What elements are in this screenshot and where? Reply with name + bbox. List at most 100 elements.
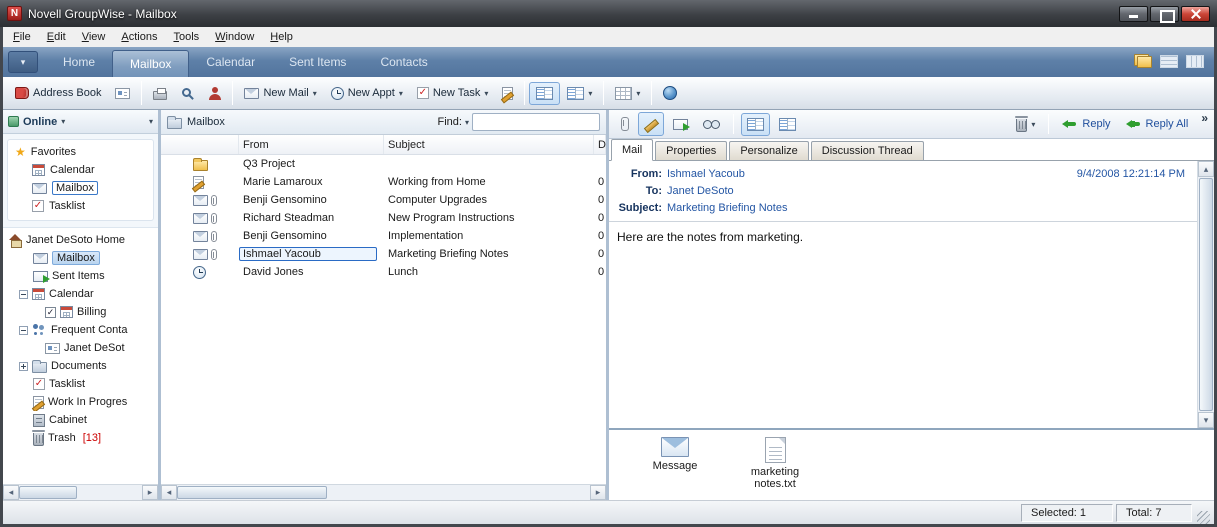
attachment-message[interactable]: Message [637,437,713,472]
close-button[interactable] [1181,5,1210,22]
tab-mailbox[interactable]: Mailbox [112,50,190,77]
maximize-button[interactable] [1150,5,1179,23]
scroll-left-button[interactable]: ◂ [3,485,19,500]
tab-personalize[interactable]: Personalize [729,141,809,160]
chevron-down-icon[interactable]: ▾ [61,117,65,126]
tab-discussion-thread[interactable]: Discussion Thread [810,141,924,160]
address-book-button[interactable]: Address Book [8,82,108,104]
new-mail-button[interactable]: New Mail ▾ [237,82,323,104]
list-row-david-jones[interactable]: David Jones Lunch 0 [161,263,606,281]
tree-item-work-in-progress[interactable]: Work In Progres [3,393,158,411]
list-row-benji-gensomino-2[interactable]: Benji Gensomino Implementation 0 [161,227,606,245]
help-button[interactable] [656,81,684,105]
scroll-up-button[interactable]: ▴ [1198,161,1214,177]
tree-item-frequent-contacts[interactable]: Frequent Conta [3,321,158,339]
address-card-button[interactable] [108,83,137,104]
scroll-left-button[interactable]: ◂ [161,485,177,500]
favorite-item-calendar[interactable]: Calendar [8,161,153,179]
menu-tools[interactable]: Tools [165,28,207,46]
tree-item-sent-items[interactable]: Sent Items [3,267,158,285]
expand-expander-icon[interactable] [19,361,28,371]
menu-window[interactable]: Window [207,28,262,46]
tree-item-mailbox[interactable]: Mailbox [3,249,158,267]
scroll-down-button[interactable]: ▾ [1198,412,1214,428]
message-body[interactable]: Here are the notes from marketing. [609,222,1197,428]
scroll-thumb[interactable] [177,486,327,499]
pane-toggle-alt-button[interactable] [773,113,802,136]
pane-layout-button[interactable]: ▾ [560,82,599,105]
tree-item-tasklist[interactable]: ✓ Tasklist [3,375,158,393]
chevron-down-icon[interactable]: ▾ [465,118,469,127]
tree-item-janet-desoto[interactable]: Janet DeSot [3,339,158,357]
display-settings-button[interactable]: ▾ [608,82,647,105]
scroll-right-button[interactable]: ▸ [590,485,606,500]
column-icon-gutter[interactable] [161,135,239,154]
toolbar-overflow-chevron[interactable]: » [1201,111,1208,125]
forward-button[interactable] [667,114,694,135]
tab-contacts[interactable]: Contacts [363,47,444,77]
column-subject[interactable]: Subject [384,135,594,154]
nav-dropdown-button[interactable]: ▾ [8,51,38,73]
panel-view-icon[interactable] [1160,54,1178,68]
grid-view-icon[interactable] [1186,54,1204,68]
collapse-expander-icon[interactable] [19,289,28,299]
collapse-expander-icon[interactable] [19,325,28,335]
tree-item-billing[interactable]: ✓ Billing [3,303,158,321]
menu-edit[interactable]: Edit [39,28,74,46]
list-row-ishmael-yacoub[interactable]: Ishmael Yacoub Marketing Briefing Notes … [161,245,606,263]
new-note-button[interactable] [495,82,520,105]
edit-pen-button[interactable] [638,112,664,136]
scroll-thumb[interactable] [1199,178,1213,411]
column-date[interactable]: D [594,135,606,154]
resize-grip[interactable] [1197,511,1210,524]
print-button[interactable] [146,82,174,105]
chevron-down-icon: ▾ [1031,119,1036,129]
menu-actions[interactable]: Actions [113,28,165,46]
column-from[interactable]: From [239,135,384,154]
minimize-button[interactable] [1119,5,1148,22]
tree-item-documents[interactable]: Documents [3,357,158,375]
paperclip-icon [211,248,217,260]
novell-app-icon[interactable] [7,6,22,21]
scroll-thumb[interactable] [19,486,77,499]
stacked-folders-icon[interactable] [1134,54,1152,68]
list-row-q3-project[interactable]: Q3 Project [161,155,606,173]
tab-properties[interactable]: Properties [655,141,728,160]
tree-item-trash[interactable]: Trash [13] [3,429,158,447]
attachment-marketing-notes[interactable]: marketing notes.txt [737,437,813,490]
panel-options-chevron-icon[interactable]: ▾ [149,117,153,126]
scroll-track[interactable] [327,485,590,500]
new-appt-button[interactable]: New Appt ▾ [324,82,410,105]
menu-help[interactable]: Help [262,28,301,46]
find-input[interactable] [472,113,600,131]
contact-button[interactable] [201,82,228,105]
read-view-button[interactable] [697,115,726,134]
tab-calendar[interactable]: Calendar [189,47,272,77]
tree-root-home[interactable]: Janet DeSoto Home [3,231,158,249]
delete-button[interactable]: ▾ [1010,112,1041,137]
list-row-richard-steadman[interactable]: Richard Steadman New Program Instruction… [161,209,606,227]
scroll-track[interactable] [77,485,142,500]
tree-item-calendar[interactable]: Calendar [3,285,158,303]
billing-checkbox[interactable]: ✓ [45,306,56,318]
favorite-item-mailbox[interactable]: Mailbox [8,179,153,197]
menu-file[interactable]: File [5,28,39,46]
search-button[interactable] [174,82,201,105]
account-mode-label[interactable]: Online [23,116,57,128]
attachment-button[interactable] [615,112,635,136]
reply-button[interactable]: Reply [1056,113,1116,135]
scroll-right-button[interactable]: ▸ [142,485,158,500]
list-row-marie-lamaroux[interactable]: Marie Lamaroux Working from Home 0 [161,173,606,191]
tab-mail[interactable]: Mail [611,139,654,161]
tab-home[interactable]: Home [46,47,112,77]
favorite-item-tasklist[interactable]: ✓ Tasklist [8,197,153,215]
list-row-benji-gensomino-1[interactable]: Benji Gensomino Computer Upgrades 0 [161,191,606,209]
pane-toggle-button[interactable] [741,112,770,136]
reading-pane-button[interactable] [529,81,561,105]
reply-all-button[interactable]: Reply All [1120,113,1195,135]
tree-item-cabinet[interactable]: Cabinet [3,411,158,429]
tab-sent-items[interactable]: Sent Items [272,47,363,77]
message-list: Q3 Project Marie Lamaroux Working from H… [161,155,606,484]
new-task-button[interactable]: ✓ New Task ▾ [410,82,496,104]
menu-view[interactable]: View [74,28,114,46]
